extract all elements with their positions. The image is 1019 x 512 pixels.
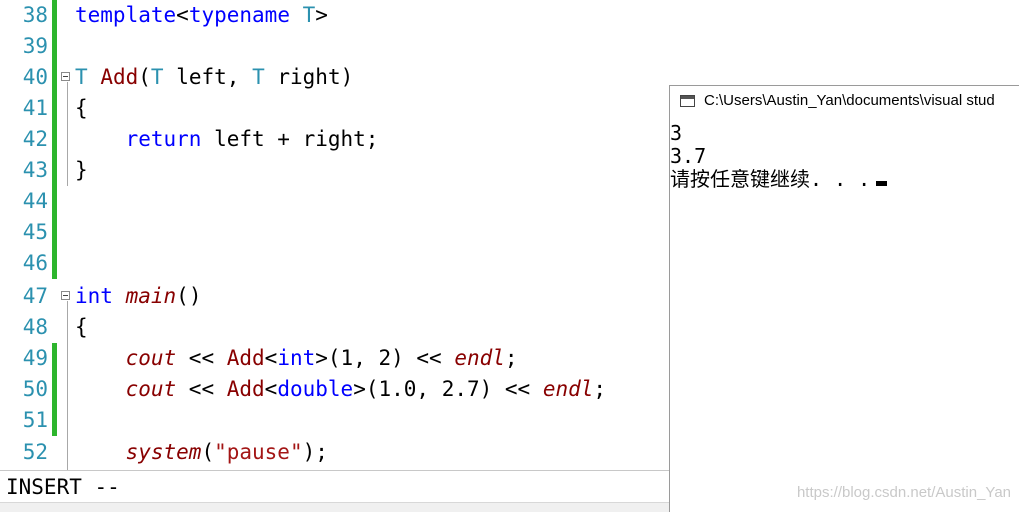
- console-titlebar[interactable]: C:\Users\Austin_Yan\documents\visual stu…: [670, 86, 1019, 117]
- change-marker: [52, 186, 57, 217]
- console-output-line: 请按任意键继续. . .: [670, 167, 888, 191]
- code-text[interactable]: system("pause");: [75, 437, 328, 468]
- change-marker: [52, 217, 57, 248]
- editor-mode: INSERT --: [6, 475, 120, 499]
- console-app-icon[interactable]: [680, 95, 695, 107]
- change-marker: [52, 62, 57, 93]
- collapse-icon[interactable]: [61, 291, 70, 300]
- change-marker: [52, 0, 57, 31]
- console-window[interactable]: C:\Users\Austin_Yan\documents\visual stu…: [669, 85, 1019, 512]
- line-number: 43: [22, 158, 48, 182]
- line-number: 47: [22, 284, 48, 308]
- line-number: 40: [22, 65, 48, 89]
- change-marker: [52, 343, 57, 374]
- collapse-icon[interactable]: [61, 72, 70, 81]
- line-number: 45: [22, 220, 48, 244]
- change-marker: [52, 374, 57, 405]
- line-number: 41: [22, 96, 48, 120]
- line-number: 48: [22, 315, 48, 339]
- change-marker: [52, 405, 57, 436]
- line-number: 42: [22, 127, 48, 151]
- code-text[interactable]: {: [75, 93, 88, 124]
- fold-guide: [67, 82, 68, 186]
- code-text[interactable]: int main(): [75, 281, 201, 312]
- code-text[interactable]: cout << Add<int>(1, 2) << endl;: [75, 343, 518, 374]
- line-number: 38: [22, 3, 48, 27]
- code-text[interactable]: return left + right;: [75, 124, 379, 155]
- fold-guide: [67, 301, 68, 470]
- code-text[interactable]: }: [75, 155, 88, 186]
- code-line[interactable]: 39: [0, 31, 1019, 62]
- code-line[interactable]: 38 template<typename T>: [0, 0, 1019, 31]
- line-number: 39: [22, 34, 48, 58]
- watermark: https://blog.csdn.net/Austin_Yan: [796, 484, 1011, 501]
- console-output-line: 3: [670, 121, 683, 145]
- change-marker: [52, 124, 57, 155]
- console-prompt-text: 请按任意键继续. . .: [670, 167, 871, 191]
- line-number: 46: [22, 251, 48, 275]
- change-marker: [52, 93, 57, 124]
- console-title: C:\Users\Austin_Yan\documents\visual stu…: [704, 92, 995, 109]
- console-output-line: 3.7: [670, 144, 707, 168]
- line-number: 51: [22, 408, 48, 432]
- change-marker: [52, 155, 57, 186]
- line-number: 52: [22, 440, 48, 464]
- change-marker: [52, 248, 57, 279]
- change-marker: [52, 31, 57, 62]
- code-text[interactable]: template<typename T>: [75, 0, 328, 31]
- text-cursor: [876, 181, 888, 186]
- line-number: 50: [22, 377, 48, 401]
- code-text[interactable]: {: [75, 312, 88, 343]
- line-number: 44: [22, 189, 48, 213]
- code-text[interactable]: cout << Add<double>(1.0, 2.7) << endl;: [75, 374, 607, 405]
- line-number: 49: [22, 346, 48, 370]
- code-text[interactable]: T Add(T left, T right): [75, 62, 353, 93]
